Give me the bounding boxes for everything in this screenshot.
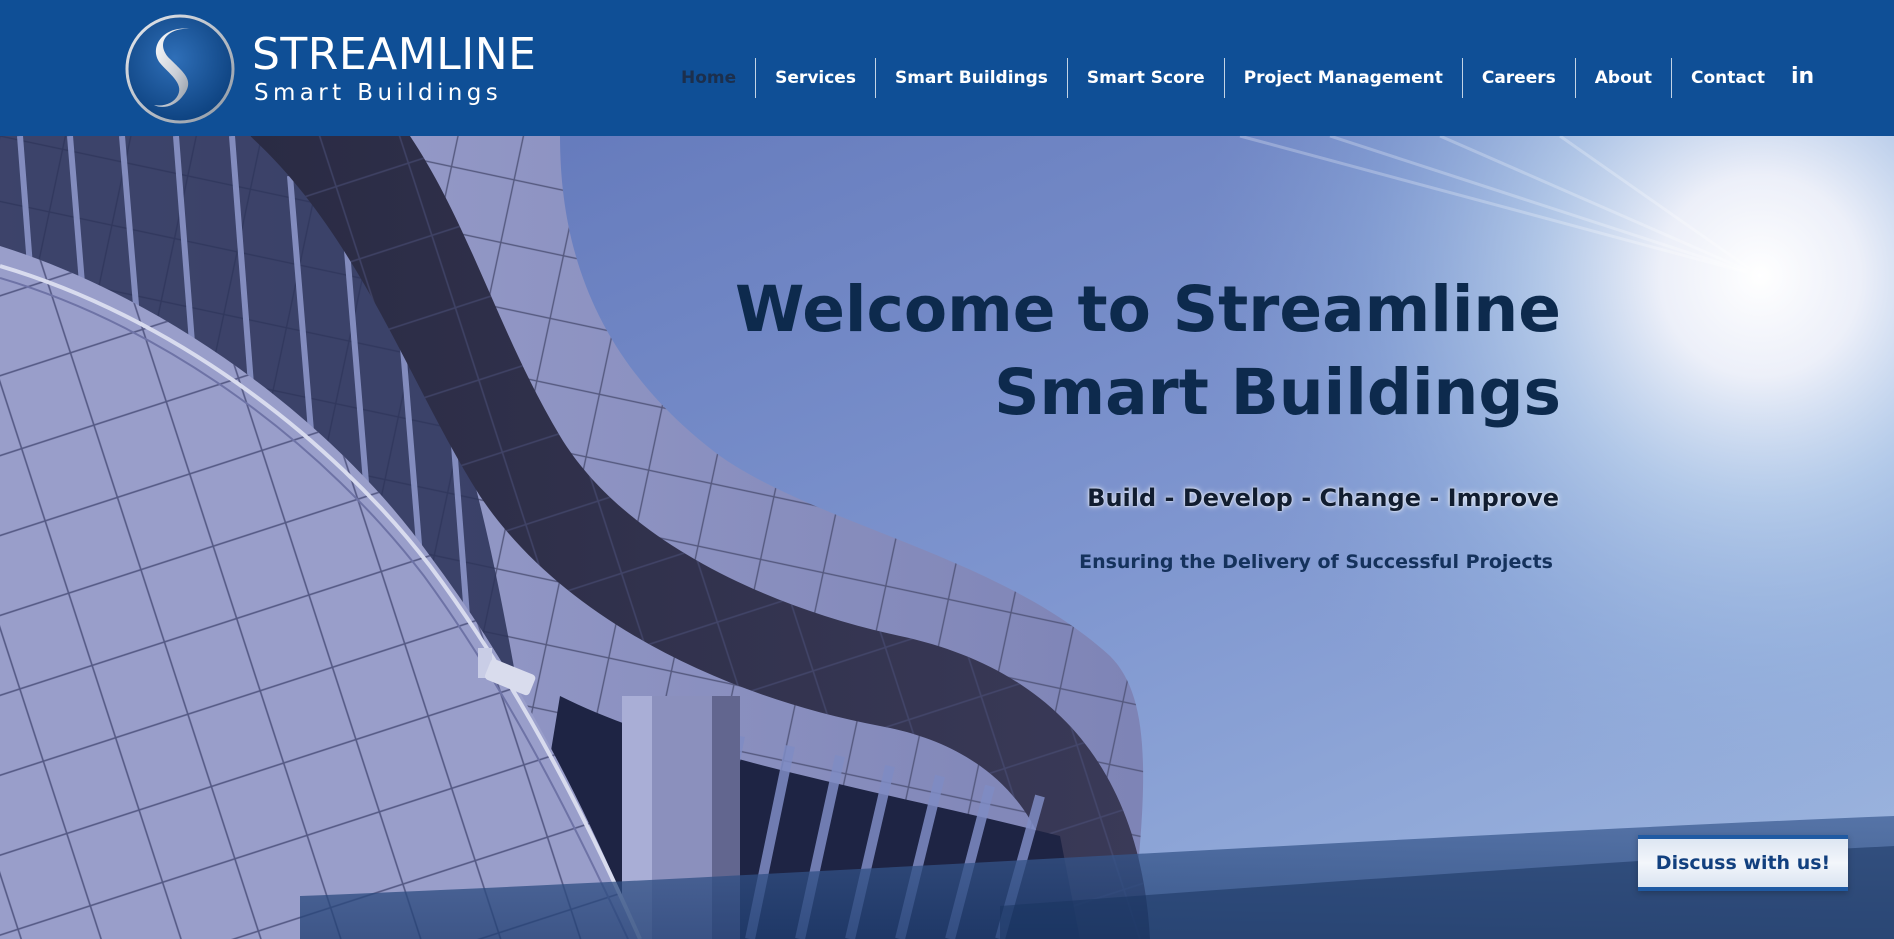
nav-item-contact[interactable]: Contact xyxy=(1670,58,1784,98)
nav-item-smart-score[interactable]: Smart Score xyxy=(1066,58,1224,98)
streamline-logo-icon[interactable] xyxy=(124,13,236,125)
site-header: STREAMLINE Smart Buildings Home Services… xyxy=(0,0,1894,136)
nav-item-smart-buildings[interactable]: Smart Buildings xyxy=(874,58,1067,98)
brand-name[interactable]: STREAMLINE xyxy=(252,28,536,82)
hero-subline: Ensuring the Delivery of Successful Proj… xyxy=(1079,551,1553,573)
hero-background-image xyxy=(0,136,1894,939)
nav-item-home[interactable]: Home xyxy=(662,58,755,98)
hero-tagline: Build - Develop - Change - Improve xyxy=(1087,484,1559,512)
page: STREAMLINE Smart Buildings Home Services… xyxy=(0,0,1894,939)
discuss-with-us-button[interactable]: Discuss with us! xyxy=(1638,835,1848,891)
nav-item-project-management[interactable]: Project Management xyxy=(1223,58,1462,98)
hero-section: Welcome to Streamline Smart Buildings Bu… xyxy=(0,136,1894,939)
linkedin-icon[interactable]: in xyxy=(1791,62,1814,92)
nav-item-careers[interactable]: Careers xyxy=(1461,58,1575,98)
brand-subtitle[interactable]: Smart Buildings xyxy=(254,78,502,108)
nav-item-about[interactable]: About xyxy=(1574,58,1671,98)
hero-title-line2: Smart Buildings xyxy=(994,356,1561,429)
main-nav: Home Services Smart Buildings Smart Scor… xyxy=(662,58,1784,98)
hero-title-line1: Welcome to Streamline xyxy=(734,273,1561,346)
nav-item-services[interactable]: Services xyxy=(755,58,875,98)
